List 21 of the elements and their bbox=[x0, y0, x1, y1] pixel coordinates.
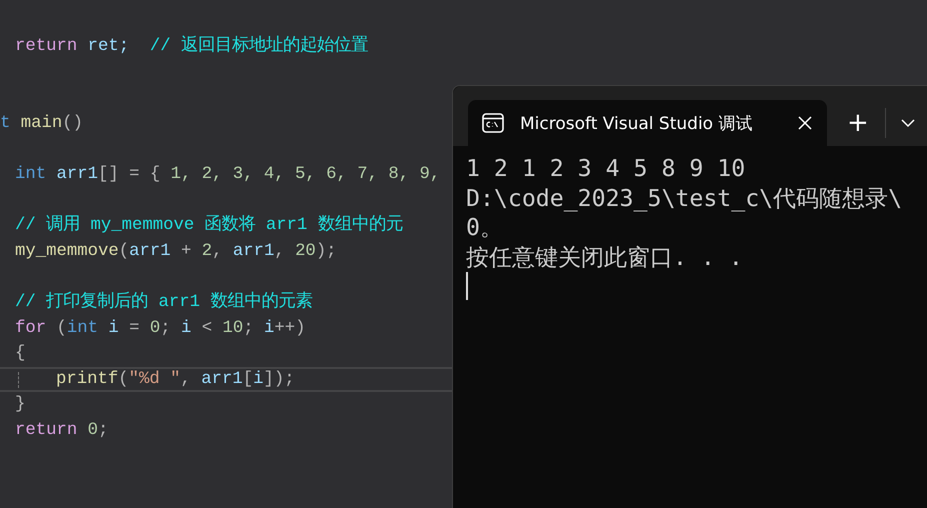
code-line: // 打印复制后的 arr1 数组中的元素 bbox=[15, 290, 312, 314]
indent-guide bbox=[18, 372, 19, 388]
code-line: { bbox=[15, 343, 26, 366]
terminal-tab[interactable]: Microsoft Visual Studio 调试 bbox=[468, 100, 827, 146]
code-line: int arr1[] = { 1, 2, 3, 4, 5, 6, 7, 8, 9, bbox=[15, 164, 440, 186]
close-icon[interactable] bbox=[797, 115, 813, 131]
console-output-line: 1 2 1 2 3 4 5 8 9 10 bbox=[466, 154, 746, 184]
console-output-line: D:\code_2023_5\test_c\代码随想录\ bbox=[466, 184, 902, 213]
code-line: return ret; // 返回目标地址的起始位置 bbox=[15, 34, 368, 58]
console-output-line: 0。 bbox=[466, 213, 503, 242]
chevron-down-icon[interactable] bbox=[900, 118, 915, 128]
code-line: printf("%d ", arr1[i]); bbox=[56, 368, 295, 390]
code-line: my_memmove(arr1 + 2, arr1, 20); bbox=[15, 240, 337, 263]
code-line: return 0; bbox=[15, 420, 108, 442]
code-line: // 调用 my_memmove 函数将 arr1 数组中的元 bbox=[15, 214, 403, 238]
code-line: } bbox=[15, 394, 26, 416]
console-output-line: 按任意键关闭此窗口. . . bbox=[466, 242, 743, 272]
code-line: for (int i = 0; i < 10; i++) bbox=[15, 318, 306, 340]
code-line: t main() bbox=[0, 112, 83, 135]
new-tab-button[interactable]: + bbox=[827, 108, 885, 138]
terminal-icon bbox=[482, 112, 504, 134]
